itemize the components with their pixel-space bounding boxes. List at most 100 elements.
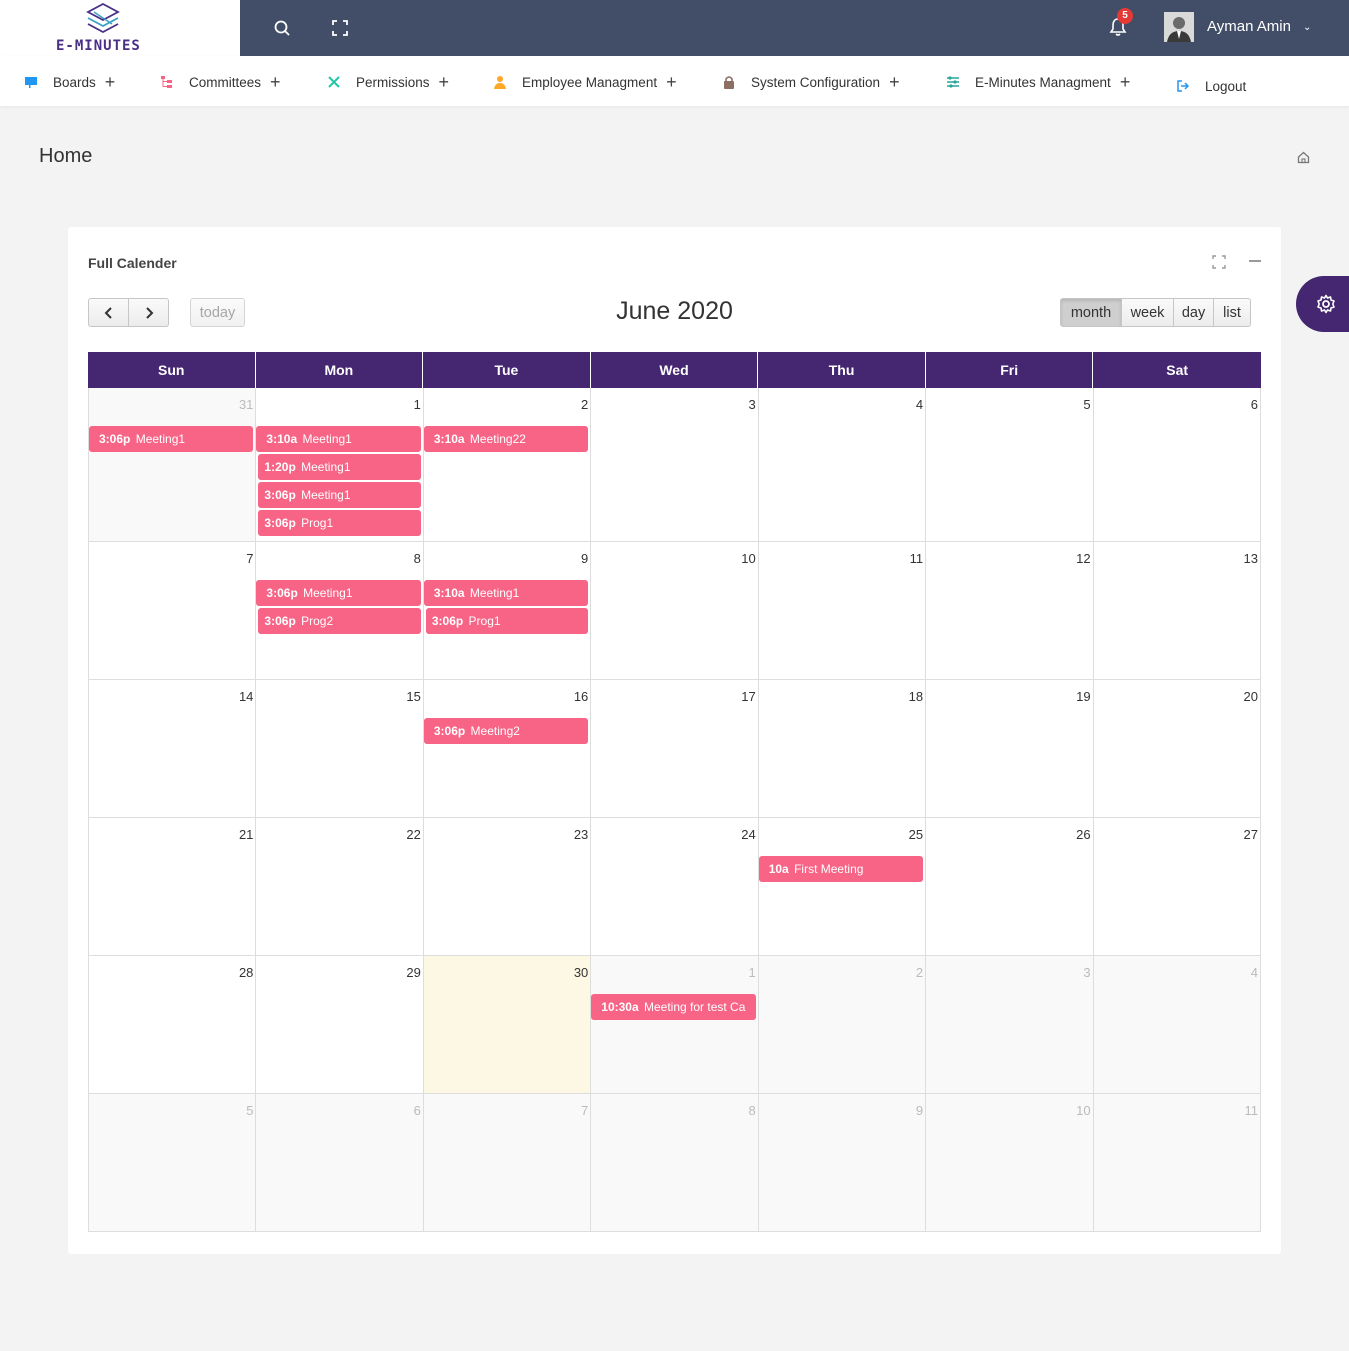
day-number[interactable]: 3	[748, 397, 755, 412]
day-cell[interactable]: 15	[256, 680, 424, 817]
plus-icon[interactable]: +	[439, 73, 450, 91]
day-number[interactable]: 11	[1245, 1103, 1259, 1118]
day-cell[interactable]: 22	[256, 818, 424, 955]
day-number[interactable]: 13	[1244, 551, 1258, 566]
day-cell[interactable]: 16 3:06p Meeting2	[423, 680, 592, 817]
day-number[interactable]: 11	[910, 551, 924, 566]
plus-icon[interactable]: +	[666, 73, 677, 91]
calendar-event[interactable]: 10:30a Meeting for test Ca	[591, 994, 756, 1020]
day-number[interactable]: 10	[1076, 1103, 1090, 1118]
day-number[interactable]: 25	[909, 827, 923, 842]
day-number[interactable]: 8	[748, 1103, 755, 1118]
calendar-event[interactable]: 3:06p Prog1	[425, 608, 589, 634]
day-cell[interactable]: 19	[926, 680, 1094, 817]
day-cell[interactable]: 28	[89, 956, 257, 1093]
day-number[interactable]: 9	[916, 1103, 923, 1118]
day-cell[interactable]: 25 10a First Meeting	[758, 818, 927, 955]
day-cell[interactable]: 23	[424, 818, 592, 955]
day-number[interactable]: 26	[1076, 827, 1090, 842]
day-cell[interactable]: 11	[759, 542, 927, 679]
day-number[interactable]: 10	[741, 551, 755, 566]
day-number[interactable]: 28	[239, 965, 253, 980]
day-cell[interactable]: 7	[423, 1094, 592, 1231]
plus-icon[interactable]: +	[105, 73, 116, 91]
day-cell[interactable]: 1 3:10a Meeting1 1:20p Meeting1 3:06p Meeti…	[256, 388, 424, 541]
day-cell[interactable]: 5	[89, 1094, 257, 1231]
nav-item-system-configuration[interactable]: System Configuration +	[722, 72, 900, 92]
calendar-event[interactable]: 10a First Meeting	[758, 856, 924, 882]
day-cell[interactable]: 30	[423, 956, 592, 1093]
day-cell[interactable]: 27	[1094, 818, 1261, 955]
nav-item-employee-management[interactable]: Employee Managment +	[493, 72, 677, 92]
day-number[interactable]: 6	[414, 1103, 421, 1118]
day-cell[interactable]: 24	[591, 818, 759, 955]
day-number[interactable]: 27	[1244, 827, 1258, 842]
day-cell[interactable]: 20	[1094, 680, 1261, 817]
day-cell[interactable]: 4	[759, 388, 927, 541]
day-number[interactable]: 6	[1251, 397, 1258, 412]
calendar-event[interactable]: 3:06p Meeting1	[89, 426, 254, 452]
plus-icon[interactable]: +	[1120, 73, 1131, 91]
day-cell[interactable]: 1 10:30a Meeting for test Ca	[591, 956, 759, 1093]
day-cell[interactable]: 17	[591, 680, 759, 817]
day-cell[interactable]: 8	[591, 1094, 759, 1231]
user-name[interactable]: Ayman Amin	[1207, 18, 1291, 35]
nav-item-logout[interactable]: Logout	[1176, 76, 1246, 96]
day-number[interactable]: 4	[916, 397, 923, 412]
settings-panel-toggle[interactable]	[1296, 276, 1349, 332]
calendar-event[interactable]: 3:06p Meeting1	[258, 482, 421, 508]
calendar-event[interactable]: 3:10a Meeting1	[256, 426, 421, 452]
day-number[interactable]: 1	[748, 965, 755, 980]
day-number[interactable]: 30	[574, 965, 588, 980]
calendar-event[interactable]: 3:06p Meeting1	[256, 580, 421, 606]
day-number[interactable]: 29	[406, 965, 420, 980]
day-cell[interactable]: 4	[1093, 956, 1261, 1093]
day-cell[interactable]: 3	[926, 956, 1094, 1093]
day-cell[interactable]: 26	[926, 818, 1094, 955]
day-number[interactable]: 14	[239, 689, 253, 704]
fullscreen-icon[interactable]	[330, 18, 350, 38]
view-month-button[interactable]: month	[1060, 298, 1122, 327]
calendar-event[interactable]: 3:10a Meeting1	[423, 580, 589, 606]
day-number[interactable]: 31	[239, 397, 253, 412]
day-number[interactable]: 20	[1244, 689, 1258, 704]
day-number[interactable]: 16	[574, 689, 588, 704]
day-cell[interactable]: 7	[89, 542, 257, 679]
day-number[interactable]: 23	[574, 827, 588, 842]
day-cell[interactable]: 11	[1093, 1094, 1261, 1231]
day-number[interactable]: 18	[909, 689, 923, 704]
day-cell[interactable]: 8 3:06p Meeting1 3:06p Prog2	[256, 542, 424, 679]
day-number[interactable]: 7	[246, 551, 253, 566]
day-number[interactable]: 4	[1251, 965, 1258, 980]
calendar-event[interactable]: 1:20p Meeting1	[258, 454, 421, 480]
day-number[interactable]: 17	[741, 689, 755, 704]
view-list-button[interactable]: list	[1214, 298, 1251, 327]
day-cell[interactable]: 2	[758, 956, 927, 1093]
minimize-icon[interactable]	[1249, 260, 1261, 262]
view-day-button[interactable]: day	[1174, 298, 1214, 327]
nav-item-eminutes-management[interactable]: E-Minutes Managment +	[946, 72, 1130, 92]
day-cell[interactable]: 6	[256, 1094, 424, 1231]
day-number[interactable]: 9	[581, 551, 588, 566]
day-number[interactable]: 5	[1083, 397, 1090, 412]
day-number[interactable]: 3	[1083, 965, 1090, 980]
home-icon[interactable]	[1297, 151, 1310, 164]
day-cell[interactable]: 14	[89, 680, 257, 817]
day-number[interactable]: 12	[1076, 551, 1090, 566]
chevron-down-icon[interactable]: ⌄	[1303, 22, 1311, 33]
day-cell[interactable]: 21	[89, 818, 257, 955]
day-cell[interactable]: 18	[759, 680, 927, 817]
calendar-event[interactable]: 3:06p Meeting2	[423, 718, 589, 744]
day-cell[interactable]: 29	[256, 956, 424, 1093]
day-cell[interactable]: 9 3:10a Meeting1 3:06p Prog1	[423, 542, 592, 679]
day-number[interactable]: 19	[1076, 689, 1090, 704]
nav-item-permissions[interactable]: Permissions +	[327, 72, 449, 92]
day-cell[interactable]: 6	[1094, 388, 1261, 541]
day-number[interactable]: 22	[406, 827, 420, 842]
calendar-event[interactable]: 3:06p Prog1	[258, 510, 421, 536]
calendar-event[interactable]: 3:06p Prog2	[258, 608, 421, 634]
day-number[interactable]: 24	[741, 827, 755, 842]
day-cell[interactable]: 3	[591, 388, 759, 541]
view-week-button[interactable]: week	[1122, 298, 1174, 327]
plus-icon[interactable]: +	[889, 73, 900, 91]
